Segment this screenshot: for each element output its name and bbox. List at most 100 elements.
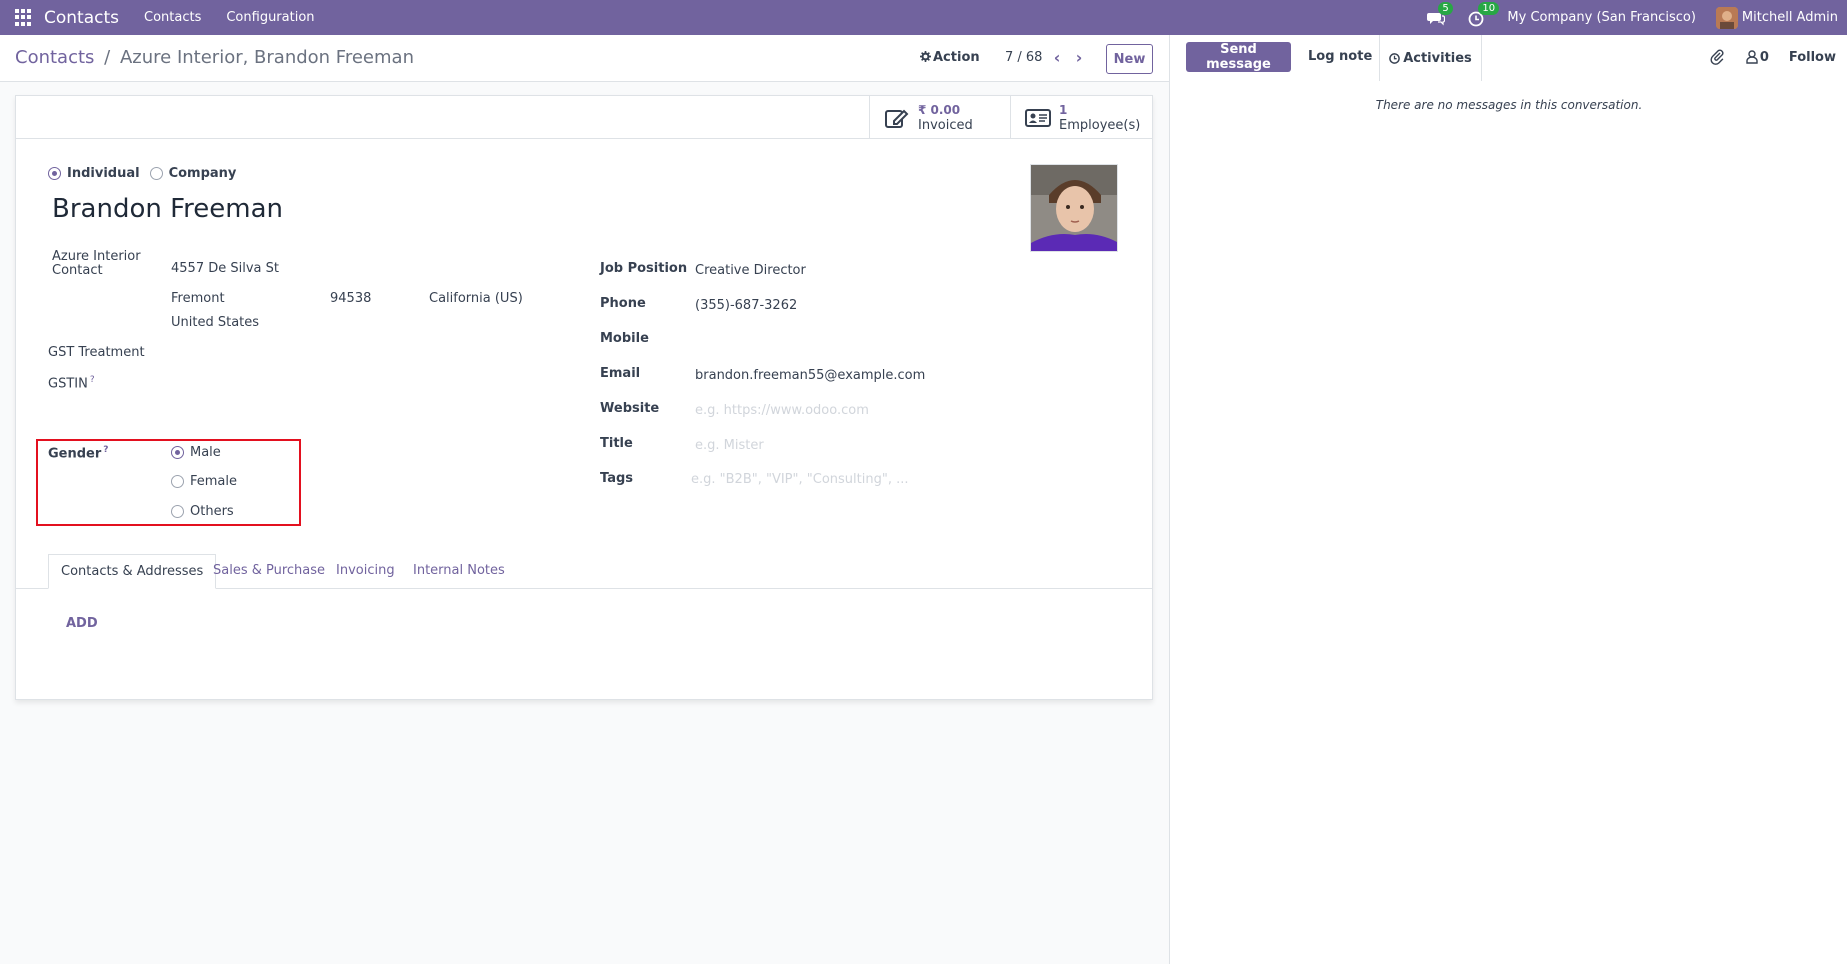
- phone-field[interactable]: (355)-687-3262: [695, 298, 797, 313]
- contact-label: Contact: [52, 263, 103, 278]
- activities-label: Activities: [1403, 50, 1472, 66]
- tab-invoicing[interactable]: Invoicing: [324, 554, 407, 589]
- smart-button-box: ₹ 0.00 Invoiced 1 Employee(s): [16, 96, 1152, 139]
- breadcrumb-current: Azure Interior, Brandon Freeman: [119, 47, 414, 68]
- gst-treatment-label: GST Treatment: [48, 345, 145, 360]
- radio-company[interactable]: Company: [149, 166, 237, 181]
- invoiced-smart-button[interactable]: ₹ 0.00 Invoiced: [869, 96, 1010, 139]
- job-position-label: Job Position: [600, 261, 688, 276]
- gender-male-label: Male: [190, 445, 221, 460]
- chatter-panel: Send message Log note Activities 0 Follo…: [1169, 35, 1847, 964]
- user-avatar[interactable]: [1715, 6, 1738, 29]
- new-button[interactable]: New: [1106, 44, 1153, 74]
- apps-menu-icon[interactable]: [15, 9, 32, 26]
- help-tooltip-icon[interactable]: ?: [103, 445, 108, 455]
- phone-label: Phone: [600, 296, 646, 311]
- id-card-icon: [1025, 108, 1051, 127]
- pencil-square-icon: [885, 109, 909, 128]
- state-field[interactable]: California (US): [429, 291, 523, 306]
- partner-name-input[interactable]: Brandon Freeman: [52, 194, 283, 224]
- radio-dot[interactable]: [149, 167, 163, 180]
- gear-icon: [920, 51, 931, 62]
- email-label: Email: [600, 366, 641, 381]
- activities-systray[interactable]: 10: [1467, 1, 1500, 27]
- empty-conversation-text: There are no messages in this conversati…: [1375, 98, 1643, 112]
- action-menu-button[interactable]: Action: [920, 50, 980, 65]
- pager-next-icon[interactable]: ›: [1072, 48, 1086, 67]
- tab-sales-purchase[interactable]: Sales & Purchase: [201, 554, 337, 589]
- radio-company-label: Company: [168, 166, 237, 181]
- invoiced-label: Invoiced: [918, 117, 973, 133]
- website-label: Website: [600, 401, 660, 416]
- employees-label: Employee(s): [1059, 117, 1141, 133]
- control-panel: Contacts / Azure Interior, Brandon Freem…: [0, 35, 1170, 82]
- pager-previous-icon[interactable]: ‹: [1050, 48, 1064, 67]
- follow-button[interactable]: Follow: [1789, 50, 1836, 65]
- gender-radio-others[interactable]: Others: [171, 504, 234, 519]
- street-field[interactable]: 4557 De Silva St: [171, 261, 279, 276]
- tags-field[interactable]: e.g. "B2B", "VIP", "Consulting", ...: [691, 472, 908, 487]
- city-field[interactable]: Fremont: [171, 291, 225, 306]
- messages-badge: 5: [1438, 1, 1453, 15]
- employees-smart-button[interactable]: 1 Employee(s): [1010, 96, 1152, 139]
- country-field[interactable]: United States: [171, 315, 259, 330]
- pager-arrows: ‹ ›: [1050, 48, 1086, 67]
- top-navbar: Contacts Contacts Configuration 5 10 My …: [0, 0, 1847, 35]
- title-label: Title: [600, 436, 633, 451]
- navbar-systray: 5 10 My Company (San Francisco) Mitchell…: [1427, 0, 1847, 35]
- gstin-label: GSTIN: [48, 376, 88, 392]
- gstin-label-wrap: GSTIN?: [48, 375, 95, 391]
- activities-button[interactable]: Activities: [1379, 35, 1482, 81]
- tags-label: Tags: [600, 471, 634, 486]
- messages-systray[interactable]: 5: [1427, 1, 1453, 27]
- company-switcher[interactable]: My Company (San Francisco): [1507, 10, 1695, 25]
- radio-dot[interactable]: [171, 475, 184, 488]
- menu-configuration[interactable]: Configuration: [226, 10, 314, 25]
- notebook-tabs: Contacts & Addresses Sales & Purchase In…: [16, 554, 1152, 589]
- action-label: Action: [933, 50, 980, 65]
- parent-company-field[interactable]: Azure Interior: [52, 249, 141, 264]
- log-note-button[interactable]: Log note: [1308, 49, 1372, 64]
- email-field[interactable]: brandon.freeman55@example.com: [695, 368, 925, 383]
- chatter-topbar: Send message Log note Activities 0 Follo…: [1170, 35, 1847, 81]
- gender-radio-female[interactable]: Female: [171, 474, 237, 489]
- followers-count[interactable]: 0: [1760, 50, 1769, 65]
- invoiced-value: ₹ 0.00: [918, 102, 961, 117]
- form-sheet: ₹ 0.00 Invoiced 1 Employee(s) Individual…: [15, 95, 1153, 700]
- gender-others-label: Others: [190, 504, 234, 519]
- avatar-image: [1031, 165, 1117, 251]
- add-contact-link[interactable]: ADD: [66, 616, 98, 631]
- radio-dot[interactable]: [48, 167, 61, 180]
- menu-contacts[interactable]: Contacts: [144, 10, 201, 25]
- radio-dot[interactable]: [171, 446, 184, 459]
- company-type-radio-group: Individual Company: [48, 166, 236, 181]
- activities-badge: 10: [1478, 1, 1500, 15]
- breadcrumb-separator: /: [104, 47, 111, 68]
- title-field[interactable]: e.g. Mister: [695, 438, 764, 453]
- breadcrumb-root[interactable]: Contacts: [15, 47, 94, 68]
- user-icon[interactable]: [1746, 50, 1758, 64]
- gender-label: Gender: [48, 446, 102, 462]
- paperclip-icon[interactable]: [1710, 49, 1724, 65]
- tab-internal-notes[interactable]: Internal Notes: [401, 554, 517, 589]
- gender-radio-male[interactable]: Male: [171, 445, 221, 460]
- partner-photo[interactable]: [1030, 164, 1118, 252]
- gender-label-wrap: Gender?: [48, 445, 109, 461]
- radio-individual[interactable]: Individual: [48, 166, 140, 181]
- chatter-right-actions: 0 Follow: [1710, 49, 1836, 65]
- website-field[interactable]: e.g. https://www.odoo.com: [695, 403, 869, 418]
- job-position-field[interactable]: Creative Director: [695, 263, 806, 278]
- pager-value[interactable]: 7 / 68: [1005, 50, 1042, 65]
- send-message-button[interactable]: Send message: [1186, 42, 1291, 72]
- clock-icon: [1389, 52, 1401, 64]
- mobile-label: Mobile: [600, 331, 649, 346]
- user-menu[interactable]: Mitchell Admin: [1742, 10, 1838, 25]
- radio-individual-label: Individual: [67, 166, 140, 181]
- app-brand[interactable]: Contacts: [44, 8, 119, 28]
- gender-female-label: Female: [190, 474, 238, 489]
- zip-field[interactable]: 94538: [330, 291, 371, 306]
- breadcrumb: Contacts / Azure Interior, Brandon Freem…: [15, 47, 414, 68]
- tab-contacts-addresses[interactable]: Contacts & Addresses: [48, 554, 217, 589]
- radio-dot[interactable]: [171, 505, 184, 518]
- help-tooltip-icon[interactable]: ?: [90, 375, 95, 385]
